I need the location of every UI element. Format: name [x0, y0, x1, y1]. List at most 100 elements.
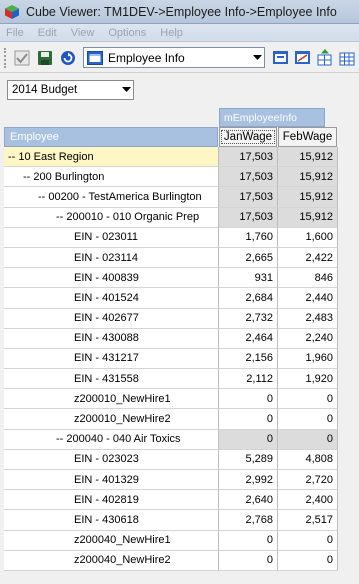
row-element-label[interactable]: z200040_NewHire2: [4, 550, 219, 571]
view-dropdown[interactable]: Employee Info: [83, 47, 265, 68]
row-element-label[interactable]: -- 200010 - 010 Organic Prep: [4, 207, 219, 228]
row-element-label[interactable]: EIN - 402819: [4, 490, 219, 511]
cell-febwage[interactable]: 15,912: [278, 187, 338, 208]
cell-febwage[interactable]: 1,960: [278, 348, 338, 370]
row-element-label[interactable]: -- 00200 - TestAmerica Burlington: [4, 187, 219, 208]
menu-edit[interactable]: Edit: [38, 27, 57, 39]
table-row: EIN - 430088 2,464 2,240: [4, 328, 339, 349]
cell-febwage[interactable]: 15,912: [278, 207, 338, 228]
row-element-label[interactable]: EIN - 400839: [4, 268, 219, 289]
data-grid: -- 10 East Region 17,503 15,912 -- 200 Burl…: [4, 147, 339, 571]
menu-options[interactable]: Options: [108, 27, 146, 39]
cell-janwage[interactable]: 0: [219, 389, 278, 410]
cell-febwage[interactable]: 1,600: [278, 227, 338, 248]
row-element-label[interactable]: z200040_NewHire1: [4, 530, 219, 551]
menu-file[interactable]: File: [6, 27, 24, 39]
row-element-label[interactable]: z200010_NewHire1: [4, 389, 219, 410]
cell-janwage[interactable]: 17,503: [219, 167, 278, 188]
cell-janwage[interactable]: 17,503: [219, 147, 278, 168]
cell-janwage[interactable]: 2,992: [219, 470, 278, 491]
row-dimension-header[interactable]: Employee: [4, 127, 218, 147]
automatic-recalc-button[interactable]: [337, 48, 357, 68]
column-header-febwage[interactable]: FebWage: [278, 127, 337, 147]
recalculate-button[interactable]: [12, 48, 32, 68]
row-element-label[interactable]: EIN - 401524: [4, 288, 219, 309]
table-row: -- 200 Burlington 17,503 15,912: [4, 167, 339, 188]
cell-febwage[interactable]: 0: [278, 550, 338, 571]
table-row: EIN - 401524 2,684 2,440: [4, 288, 339, 309]
cell-janwage[interactable]: 931: [219, 268, 278, 289]
cell-febwage[interactable]: 2,720: [278, 470, 338, 491]
cell-febwage[interactable]: 2,483: [278, 308, 338, 329]
export-button[interactable]: [271, 48, 291, 68]
grid-up-icon: [317, 48, 332, 65]
cell-janwage[interactable]: 17,503: [219, 207, 278, 228]
refresh-button[interactable]: [58, 48, 78, 68]
title-dimension-dropdown[interactable]: 2014 Budget: [7, 80, 134, 100]
cell-janwage[interactable]: 2,156: [219, 348, 278, 370]
table-row: -- 200010 - 010 Organic Prep 17,503 15,912: [4, 207, 339, 228]
cell-febwage[interactable]: 846: [278, 268, 338, 289]
cell-febwage[interactable]: 15,912: [278, 147, 338, 168]
row-element-label[interactable]: EIN - 023023: [4, 449, 219, 470]
row-element-label[interactable]: -- 10 East Region: [4, 147, 219, 168]
cell-janwage[interactable]: 2,464: [219, 328, 278, 349]
cell-febwage[interactable]: 2,517: [278, 510, 338, 531]
cell-febwage[interactable]: 0: [278, 409, 338, 430]
menu-view[interactable]: View: [71, 27, 95, 39]
column-header-label: JanWage: [220, 130, 276, 144]
cell-janwage[interactable]: 1,760: [219, 227, 278, 248]
column-header-janwage[interactable]: JanWage: [219, 127, 277, 147]
row-element-label[interactable]: EIN - 023114: [4, 247, 219, 269]
row-element-label[interactable]: EIN - 431558: [4, 369, 219, 390]
suppress-zeros-button[interactable]: [315, 48, 335, 68]
cell-febwage[interactable]: 2,422: [278, 247, 338, 269]
cell-janwage[interactable]: 2,112: [219, 369, 278, 390]
menu-help[interactable]: Help: [160, 27, 183, 39]
cell-febwage[interactable]: 0: [278, 389, 338, 410]
row-element-label[interactable]: EIN - 431217: [4, 348, 219, 370]
cell-janwage[interactable]: 2,640: [219, 490, 278, 511]
row-element-label[interactable]: EIN - 023011: [4, 227, 219, 248]
row-element-label[interactable]: EIN - 402677: [4, 308, 219, 329]
cell-febwage[interactable]: 1,920: [278, 369, 338, 390]
cell-janwage[interactable]: 2,684: [219, 288, 278, 309]
cell-janwage[interactable]: 0: [219, 530, 278, 551]
cell-febwage[interactable]: 0: [278, 429, 338, 450]
chevron-down-icon[interactable]: [250, 54, 264, 61]
cell-janwage[interactable]: 0: [219, 409, 278, 430]
refresh-icon: [61, 50, 75, 65]
row-element-label[interactable]: EIN - 401329: [4, 470, 219, 491]
row-element-label[interactable]: -- 200040 - 040 Air Toxics: [4, 429, 219, 450]
save-button[interactable]: [35, 48, 55, 68]
checkmark-icon: [14, 50, 30, 65]
cell-febwage[interactable]: 2,400: [278, 490, 338, 511]
cell-janwage[interactable]: 0: [219, 429, 278, 450]
cell-janwage[interactable]: 0: [219, 550, 278, 571]
cell-janwage[interactable]: 17,503: [219, 187, 278, 208]
row-element-label[interactable]: EIN - 430618: [4, 510, 219, 531]
cell-janwage[interactable]: 2,732: [219, 308, 278, 329]
cell-febwage[interactable]: 4,808: [278, 449, 338, 470]
toolbar-grip[interactable]: [4, 47, 8, 68]
table-row: z200040_NewHire2 0 0: [4, 550, 339, 571]
table-row: EIN - 023114 2,665 2,422: [4, 247, 339, 269]
cell-febwage[interactable]: 0: [278, 530, 338, 551]
row-element-label[interactable]: EIN - 430088: [4, 328, 219, 349]
cell-febwage[interactable]: 2,440: [278, 288, 338, 309]
row-dimension-label: Employee: [10, 131, 59, 143]
cell-febwage[interactable]: 2,240: [278, 328, 338, 349]
cell-janwage[interactable]: 2,768: [219, 510, 278, 531]
cube-app-icon: [5, 4, 19, 19]
row-element-label[interactable]: z200010_NewHire2: [4, 409, 219, 430]
row-element-label[interactable]: -- 200 Burlington: [4, 167, 219, 188]
column-dimension-header[interactable]: mEmployeeInfo: [219, 108, 325, 127]
view-icon: [87, 50, 103, 65]
table-row: z200040_NewHire1 0 0: [4, 530, 339, 551]
cell-janwage[interactable]: 2,665: [219, 247, 278, 269]
cell-febwage[interactable]: 15,912: [278, 167, 338, 188]
chevron-down-icon[interactable]: [119, 87, 133, 93]
view-options-icon: [295, 50, 310, 64]
cell-janwage[interactable]: 5,289: [219, 449, 278, 470]
view-options-button[interactable]: [293, 48, 313, 68]
